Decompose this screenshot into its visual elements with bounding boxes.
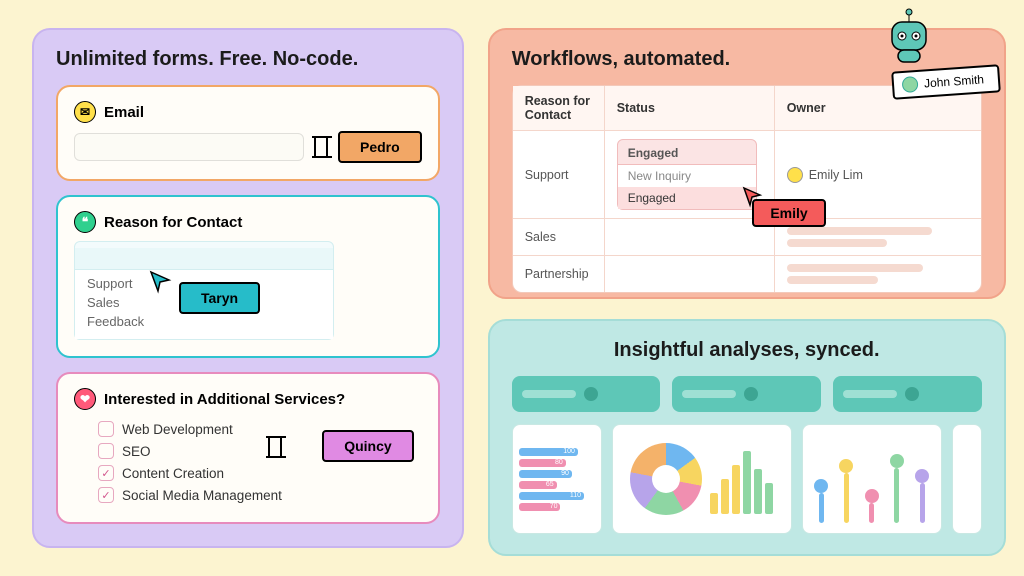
skeleton (787, 264, 924, 272)
owner-cell: Emily Lim (809, 168, 863, 182)
email-block: ✉ Email Pedro (56, 85, 440, 181)
checkbox[interactable] (98, 487, 114, 503)
heart-icon: ❤ (74, 388, 96, 410)
status-select[interactable]: Engaged New Inquiry Engaged Emily (617, 139, 757, 210)
skeleton (787, 276, 878, 284)
mail-icon: ✉ (74, 101, 96, 123)
status-option[interactable]: Engaged (618, 187, 756, 209)
hbar-chart: 100 80 90 65 110 70 (512, 424, 602, 534)
reason-option[interactable]: Feedback (87, 312, 321, 331)
user-tag-taryn: Taryn (179, 282, 260, 314)
reason-block: ❝ Reason for Contact Support Sales Feedb… (56, 195, 440, 358)
bar (765, 483, 773, 515)
analyses-title: Insightful analyses, synced. (512, 339, 982, 362)
bar (710, 493, 718, 514)
reason-cell: Sales (513, 219, 605, 255)
service-item: Content Creation (122, 466, 224, 481)
forms-panel: Unlimited forms. Free. No-code. ✉ Email … (32, 28, 464, 548)
chart-card-extra (952, 424, 982, 534)
status-current: Engaged (618, 144, 756, 164)
avatar-icon (787, 167, 803, 183)
bar: 80 (519, 459, 566, 467)
checkbox[interactable] (98, 465, 114, 481)
user-tag-pedro: Pedro (338, 131, 422, 163)
service-item: Web Development (122, 422, 233, 437)
bar: 110 (519, 492, 584, 500)
text-cursor-icon (268, 436, 282, 458)
checkbox[interactable] (98, 443, 114, 459)
email-input[interactable] (74, 133, 304, 161)
bar: 65 (519, 481, 557, 489)
checkbox[interactable] (98, 421, 114, 437)
col-header: Reason for Contact (513, 86, 605, 130)
bar: 100 (519, 448, 578, 456)
stat-card (833, 376, 982, 412)
bar: 70 (519, 503, 561, 511)
avatar-icon (901, 76, 918, 93)
text-cursor-icon (314, 136, 328, 158)
service-item: Social Media Management (122, 488, 282, 503)
col-header: Status (605, 86, 775, 130)
bar (721, 479, 729, 514)
workflows-panel: Workflows, automated. Reason for Contact… (488, 28, 1006, 299)
forms-title: Unlimited forms. Free. No-code. (56, 48, 440, 71)
status-option[interactable]: New Inquiry (618, 165, 756, 187)
bar (743, 451, 751, 514)
donut-icon (630, 443, 702, 515)
user-tag-quincy: Quincy (322, 430, 413, 462)
reason-cell: Partnership (513, 256, 605, 292)
lollipop-chart (802, 424, 942, 534)
donut-chart (612, 424, 792, 534)
services-block: ❤ Interested in Additional Services? Web… (56, 372, 440, 524)
service-item: SEO (122, 444, 151, 459)
reason-cell: Support (513, 131, 605, 218)
workflow-table: Reason for Contact Status Owner Support … (512, 85, 982, 293)
skeleton (787, 239, 887, 247)
bar: 90 (519, 470, 572, 478)
reason-label: Reason for Contact (104, 214, 242, 231)
chat-icon: ❝ (74, 211, 96, 233)
reason-select[interactable]: Support Sales Feedback Taryn (74, 241, 334, 340)
pointer-icon (149, 270, 173, 299)
user-tag-emily: Emily (752, 199, 825, 227)
analyses-panel: Insightful analyses, synced. 100 80 90 6… (488, 319, 1006, 556)
bar (732, 465, 740, 514)
email-label: Email (104, 104, 144, 121)
bar (754, 469, 762, 515)
robot-icon (884, 6, 934, 56)
floating-card-name: John Smith (923, 72, 984, 90)
skeleton (787, 227, 933, 235)
services-label: Interested in Additional Services? (104, 391, 345, 408)
stat-card (512, 376, 661, 412)
stat-card (672, 376, 821, 412)
